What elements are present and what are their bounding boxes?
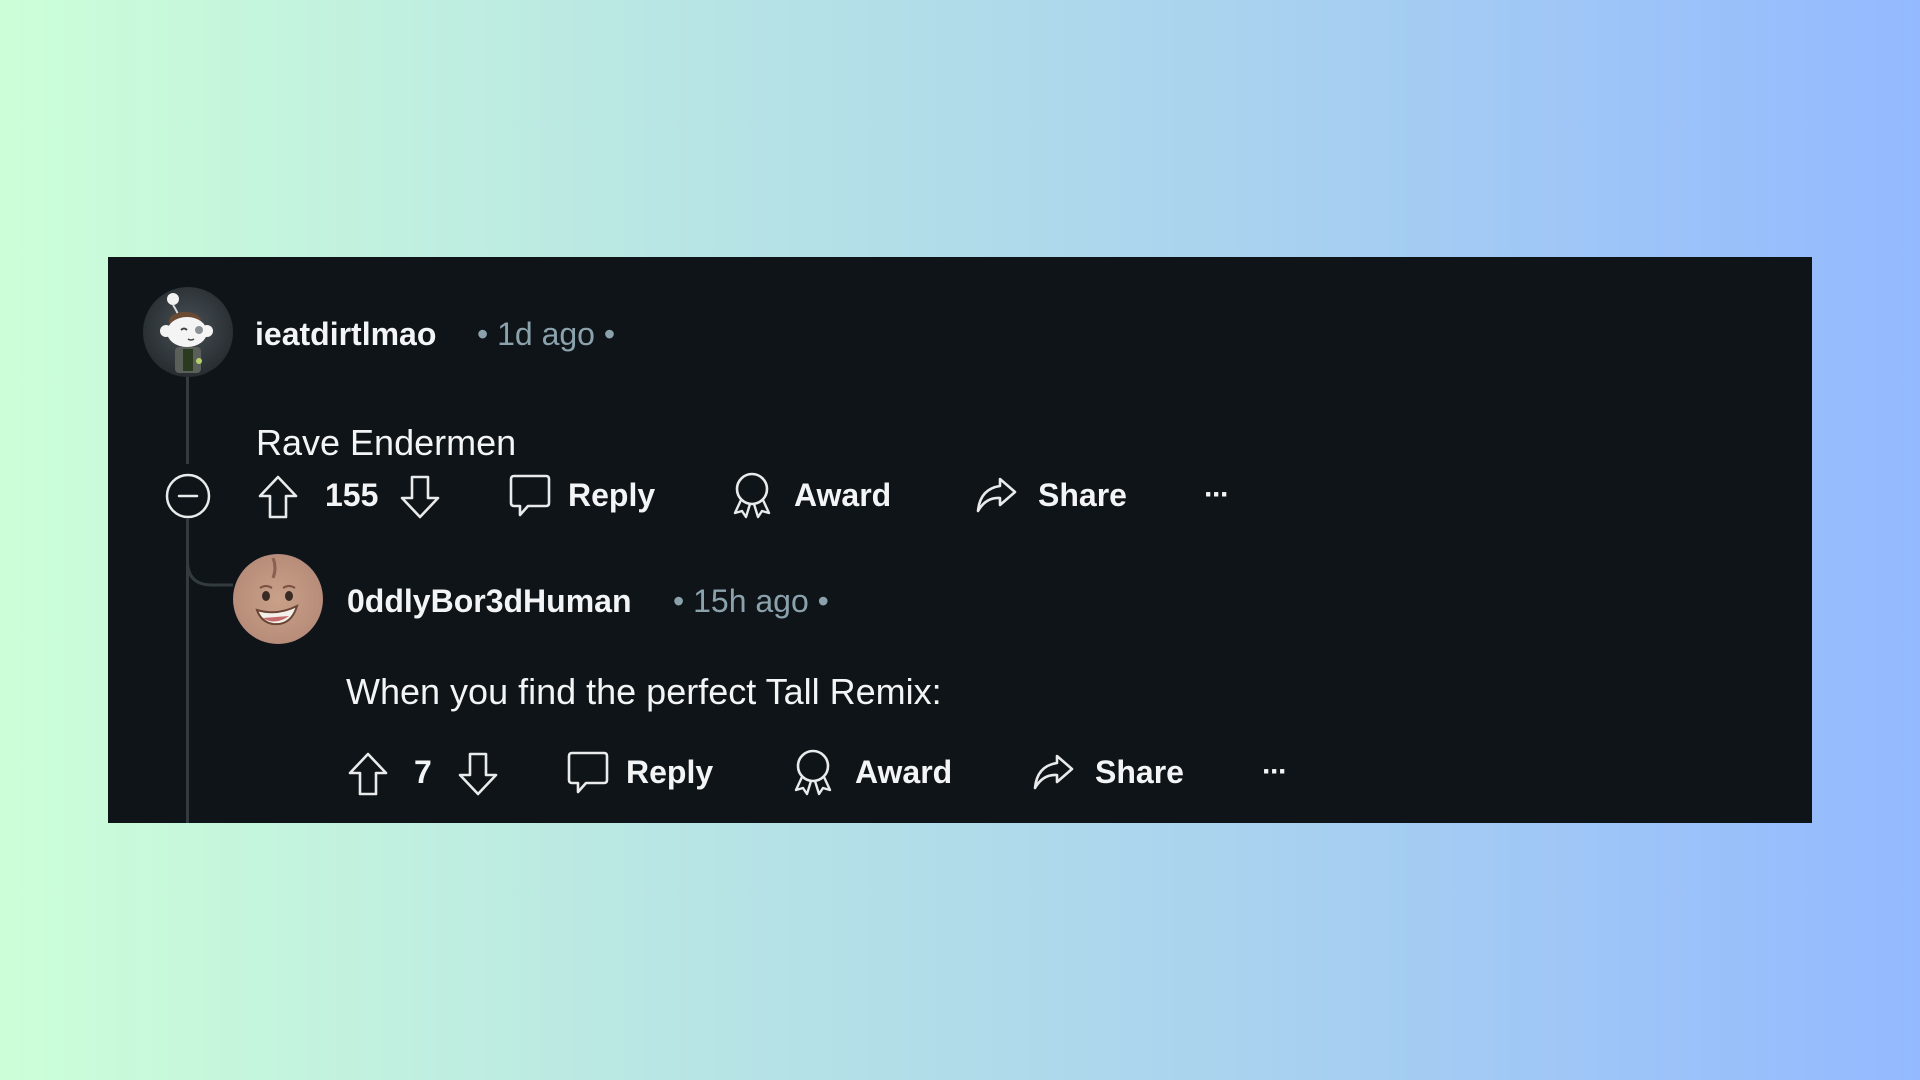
comment-body: Rave Endermen [256,422,517,463]
award-icon [733,472,771,519]
award-button[interactable]: Award [730,470,891,520]
award-label: Award [855,753,953,790]
award-label: Award [794,476,892,513]
award-icon [794,749,832,796]
comment-thread-card: ieatdirtlmao • 1d ago • Rave Endermen 15… [108,257,1812,823]
reply-label: Reply [626,753,714,790]
upvote-icon[interactable] [346,751,390,797]
vote-count: 155 [325,477,379,513]
share-label: Share [1095,753,1184,790]
award-button[interactable]: Award [791,747,952,797]
username[interactable]: ieatdirtlmao [255,314,436,354]
user-avatar[interactable] [233,554,323,644]
comment-bubble-icon [509,474,551,517]
downvote-icon[interactable] [456,751,500,797]
comment-bubble-icon [567,751,609,794]
user-avatar[interactable] [143,287,233,377]
username[interactable]: 0ddlyBor3dHuman [347,581,631,621]
more-options-button[interactable]: ··· [1262,747,1288,797]
reply-button[interactable]: Reply [508,470,655,520]
snoo-avatar-icon [143,287,233,377]
reply-label: Reply [568,476,656,513]
more-options-button[interactable]: ··· [1204,470,1230,520]
comment-body: When you find the perfect Tall Remix: [346,671,942,712]
more-options-icon: ··· [1262,755,1288,788]
comment-timestamp: • 15h ago • [673,583,829,619]
reply-button[interactable]: Reply [566,747,713,797]
vote-count: 7 [414,754,432,790]
downvote-icon[interactable] [398,474,442,520]
share-label: Share [1038,476,1127,513]
share-button[interactable]: Share [974,470,1127,520]
share-button[interactable]: Share [1031,747,1184,797]
more-options-icon: ··· [1204,478,1230,511]
comment-timestamp: • 1d ago • [477,316,616,352]
share-icon [976,477,1017,513]
upvote-icon[interactable] [256,474,300,520]
collapse-thread-icon[interactable] [164,472,212,520]
share-icon [1033,754,1074,790]
character-avatar-icon [233,554,323,644]
